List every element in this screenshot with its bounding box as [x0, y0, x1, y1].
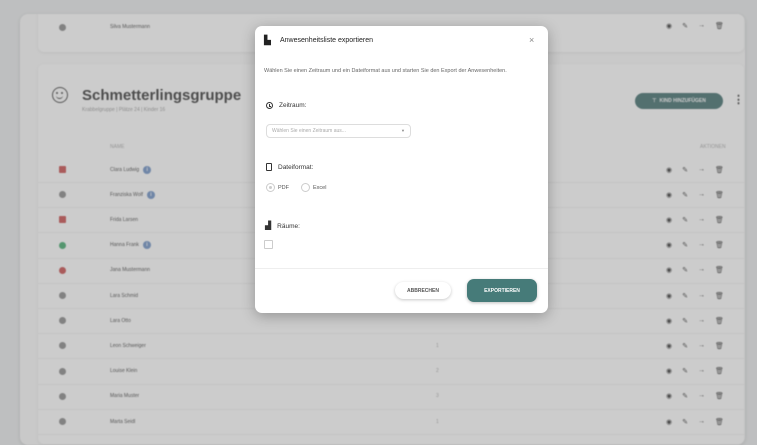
file-icon [266, 163, 272, 171]
radio-excel[interactable] [301, 183, 310, 192]
divider [255, 268, 548, 269]
export-button[interactable]: EXPORTIEREN [467, 279, 537, 302]
format-radio-group: PDF Excel [266, 183, 326, 192]
radio-excel-label[interactable]: Excel [313, 185, 326, 191]
radio-pdf-label[interactable]: PDF [278, 185, 289, 191]
raeume-section-label: ▟ Räume: [265, 221, 300, 230]
cancel-button[interactable]: ABBRECHEN [395, 282, 451, 299]
dateiformat-section-label: Dateiformat: [266, 163, 313, 171]
dialog-header: ▙ Anwesenheitsliste exportieren × [255, 26, 548, 54]
clock-icon [266, 102, 273, 109]
radio-pdf[interactable] [266, 183, 275, 192]
zeitraum-placeholder: Wählen Sie einen Zeitraum aus... [272, 128, 346, 134]
raeume-checkbox[interactable] [264, 240, 273, 249]
dialog-intro: Wählen Sie einen Zeitraum und ein Dateif… [264, 68, 507, 74]
zeitraum-select[interactable]: Wählen Sie einen Zeitraum aus... ▼ [266, 124, 411, 138]
export-dialog: ▙ Anwesenheitsliste exportieren × Wählen… [255, 26, 548, 313]
close-icon[interactable]: × [529, 35, 534, 45]
chevron-down-icon: ▼ [401, 128, 405, 133]
export-icon: ▙ [264, 35, 271, 45]
zeitraum-section-label: Zeitraum: [266, 102, 306, 109]
dialog-title: Anwesenheitsliste exportieren [280, 37, 373, 44]
door-icon: ▟ [265, 221, 272, 230]
